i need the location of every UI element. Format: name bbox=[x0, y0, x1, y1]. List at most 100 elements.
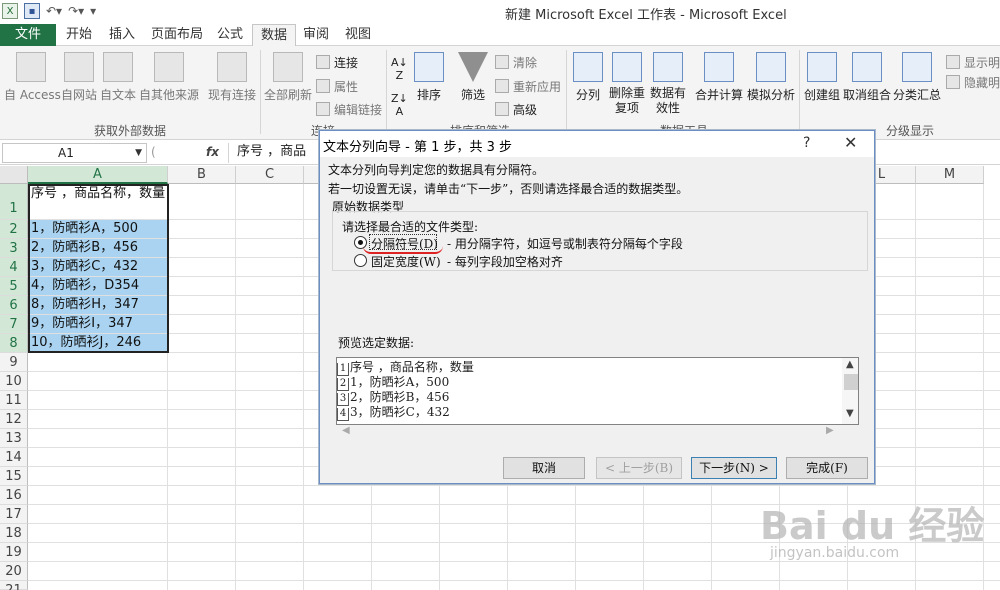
fixed-width-label[interactable]: 固定宽度(W) bbox=[371, 253, 441, 270]
formula-bar-splitter-icon[interactable]: ( bbox=[151, 145, 161, 161]
show-detail-icon bbox=[946, 55, 960, 69]
scroll-right-icon[interactable]: ▶ bbox=[826, 425, 834, 436]
remove-duplicates-button[interactable]: 删除重复项 bbox=[608, 52, 646, 116]
name-box[interactable]: A1 ▼ bbox=[2, 143, 147, 163]
customize-qat-icon[interactable]: ▾ bbox=[90, 4, 96, 18]
tab-home[interactable]: 开始 bbox=[58, 24, 100, 46]
row-header-3[interactable]: 3 bbox=[0, 239, 28, 258]
column-header-b[interactable]: B bbox=[168, 166, 236, 184]
undo-icon[interactable]: ↶▾ bbox=[46, 4, 62, 18]
tab-file[interactable]: 文件 bbox=[0, 24, 56, 46]
row-header-11[interactable]: 11 bbox=[0, 391, 28, 410]
cell-a8[interactable]: 10，防晒衫J，246 bbox=[29, 334, 168, 352]
subtotal-button[interactable]: 分类汇总 bbox=[893, 52, 941, 103]
chevron-down-icon[interactable]: ▼ bbox=[135, 144, 142, 162]
row-header-18[interactable]: 18 bbox=[0, 524, 28, 543]
from-web-button[interactable]: 自网站 bbox=[60, 52, 98, 103]
clear-button[interactable]: 清除 bbox=[495, 54, 537, 71]
sort-za-button[interactable]: Z↓ A bbox=[391, 92, 408, 118]
row-header-9[interactable]: 9 bbox=[0, 353, 28, 372]
sort-az-button[interactable]: A↓ Z bbox=[391, 56, 408, 82]
text-to-columns-button[interactable]: 分列 bbox=[571, 52, 605, 103]
scroll-up-icon[interactable]: ▲ bbox=[846, 359, 854, 370]
scroll-down-icon[interactable]: ▼ bbox=[846, 408, 854, 419]
cancel-button[interactable]: 取消 bbox=[503, 457, 585, 479]
text-import-wizard-dialog: 文本分列向导 - 第 1 步，共 3 步 ? ✕ 文本分列向导判定您的数据具有分… bbox=[319, 130, 875, 484]
save-icon[interactable]: ▪ bbox=[24, 3, 40, 19]
advanced-button[interactable]: 高级 bbox=[495, 101, 537, 118]
row-header-16[interactable]: 16 bbox=[0, 486, 28, 505]
scrollbar-thumb[interactable] bbox=[844, 374, 858, 390]
connections-button[interactable]: 连接 bbox=[316, 54, 358, 71]
column-header-a[interactable]: A bbox=[28, 166, 168, 184]
cell-a2[interactable]: 1，防晒衫A，500 bbox=[29, 220, 168, 238]
row-header-10[interactable]: 10 bbox=[0, 372, 28, 391]
row-header-5[interactable]: 5 bbox=[0, 277, 28, 296]
row-header-1[interactable]: 1 bbox=[0, 184, 28, 220]
next-button[interactable]: 下一步(N) > bbox=[691, 457, 777, 479]
existing-connections-button[interactable]: 现有连接 bbox=[206, 52, 258, 103]
subtotal-icon bbox=[902, 52, 932, 82]
ungroup-button[interactable]: 取消组合 bbox=[843, 52, 891, 103]
back-button[interactable]: < 上一步(B) bbox=[596, 457, 682, 479]
finish-button[interactable]: 完成(F) bbox=[786, 457, 868, 479]
column-header-c[interactable]: C bbox=[236, 166, 304, 184]
row-header-15[interactable]: 15 bbox=[0, 467, 28, 486]
preview-box[interactable]: 1 序号 ，商品名称，数量 2 1，防晒衫A，500 3 2，防晒衫B，456 4 3，防晒衫… bbox=[336, 357, 859, 425]
formula-input[interactable]: 序号 ，商品 bbox=[228, 143, 306, 163]
row-header-21[interactable]: 21 bbox=[0, 581, 28, 590]
data-validation-button[interactable]: 数据有效性 bbox=[648, 52, 688, 116]
cell-a7[interactable]: 9，防晒衫I，347 bbox=[29, 315, 168, 333]
tab-insert[interactable]: 插入 bbox=[101, 24, 143, 46]
tab-formulas[interactable]: 公式 bbox=[209, 24, 251, 46]
close-icon[interactable]: ✕ bbox=[844, 133, 857, 152]
row-header-8[interactable]: 8 bbox=[0, 334, 28, 353]
properties-button[interactable]: 属性 bbox=[316, 78, 358, 95]
row-header-13[interactable]: 13 bbox=[0, 429, 28, 448]
cell-a6[interactable]: 8，防晒衫H，347 bbox=[29, 296, 168, 314]
sort-button[interactable]: 排序 bbox=[412, 52, 446, 103]
show-detail-button[interactable]: 显示明 bbox=[946, 54, 1000, 71]
preview-row: 4 3，防晒衫C，432 bbox=[337, 403, 450, 421]
filter-button[interactable]: 筛选 bbox=[456, 52, 490, 103]
select-all-corner[interactable] bbox=[0, 166, 28, 184]
scroll-left-icon[interactable]: ◀ bbox=[342, 425, 350, 436]
hide-detail-button[interactable]: 隐藏明 bbox=[946, 74, 1000, 91]
reapply-button[interactable]: 重新应用 bbox=[495, 78, 561, 95]
tab-view[interactable]: 视图 bbox=[337, 24, 379, 46]
title-bar: X ▪ ↶▾ ↷▾ ▾ 新建 Microsoft Excel 工作表 - Mic… bbox=[0, 0, 1000, 24]
row-header-6[interactable]: 6 bbox=[0, 296, 28, 315]
cell-a4[interactable]: 3，防晒衫C，432 bbox=[29, 258, 168, 276]
row-header-4[interactable]: 4 bbox=[0, 258, 28, 277]
row-header-7[interactable]: 7 bbox=[0, 315, 28, 334]
refresh-all-button[interactable]: 全部刷新 bbox=[263, 52, 313, 103]
row-header-2[interactable]: 2 bbox=[0, 220, 28, 239]
cell-a3[interactable]: 2，防晒衫B，456 bbox=[29, 239, 168, 257]
sort-icon bbox=[414, 52, 444, 82]
preview-horizontal-scrollbar[interactable]: ◀ ▶ bbox=[336, 425, 841, 439]
from-other-sources-button[interactable]: 自其他来源 bbox=[138, 52, 200, 103]
tab-review[interactable]: 审阅 bbox=[295, 24, 337, 46]
cell-a5[interactable]: 4，防晒衫，D354 bbox=[29, 277, 168, 295]
from-text-button[interactable]: 自文本 bbox=[99, 52, 137, 103]
from-access-button[interactable]: 自 Access bbox=[4, 52, 61, 103]
edit-links-button[interactable]: 编辑链接 bbox=[316, 101, 382, 118]
cell-a1[interactable]: 序号 ，商品名称，数量 bbox=[29, 184, 168, 219]
preview-vertical-scrollbar[interactable]: ▲ ▼ bbox=[842, 358, 858, 424]
dialog-title: 文本分列向导 - 第 1 步，共 3 步 bbox=[323, 140, 513, 155]
help-icon[interactable]: ? bbox=[803, 135, 810, 151]
row-header-17[interactable]: 17 bbox=[0, 505, 28, 524]
column-header-m[interactable]: M bbox=[916, 166, 984, 184]
tab-page-layout[interactable]: 页面布局 bbox=[143, 24, 211, 46]
row-header-14[interactable]: 14 bbox=[0, 448, 28, 467]
fixed-width-radio[interactable] bbox=[354, 254, 367, 267]
redo-icon[interactable]: ↷▾ bbox=[68, 4, 84, 18]
tab-data[interactable]: 数据 bbox=[252, 24, 297, 47]
consolidate-button[interactable]: 合并计算 bbox=[694, 52, 744, 103]
what-if-analysis-button[interactable]: 模拟分析 bbox=[746, 52, 796, 103]
insert-function-icon[interactable]: fx bbox=[206, 145, 219, 159]
row-header-12[interactable]: 12 bbox=[0, 410, 28, 429]
row-header-19[interactable]: 19 bbox=[0, 543, 28, 562]
group-button[interactable]: 创建组 bbox=[802, 52, 842, 103]
row-header-20[interactable]: 20 bbox=[0, 562, 28, 581]
